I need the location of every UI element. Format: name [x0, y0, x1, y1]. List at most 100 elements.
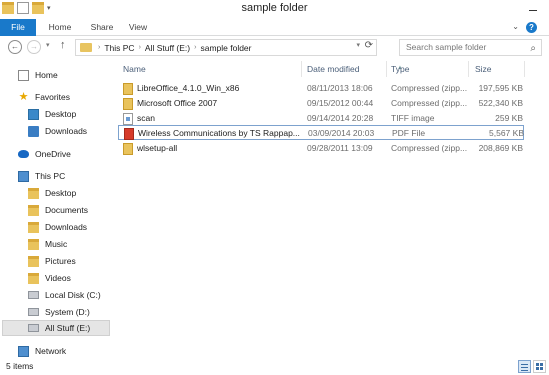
nav-item-favorites[interactable]: ★ Favorites	[18, 89, 70, 105]
tiff-icon	[123, 112, 133, 125]
expand-ribbon-icon[interactable]: ⌄	[512, 22, 519, 31]
file-size: 259 KB	[495, 113, 523, 123]
nav-item-label: Downloads	[45, 222, 88, 232]
nav-item-label: Desktop	[45, 109, 77, 119]
file-size: 197,595 KB	[478, 83, 523, 93]
tab-share[interactable]: Share	[84, 19, 120, 36]
nav-item-label: This PC	[35, 171, 66, 181]
nav-item-label: Network	[35, 346, 67, 356]
file-type: TIFF image	[391, 113, 435, 123]
address-box[interactable]: › This PC › All Stuff (E:) › sample fold…	[75, 39, 377, 56]
tab-file[interactable]: File	[0, 19, 36, 36]
documents-folder-icon	[28, 204, 39, 216]
desktop-icon	[28, 108, 39, 120]
address-dropdown-icon[interactable]: ▾	[356, 41, 360, 49]
refresh-icon[interactable]: ⟳	[365, 40, 373, 51]
drive-icon	[28, 308, 39, 316]
file-type: PDF File	[392, 128, 426, 138]
file-type: Compressed (zipp...	[391, 143, 468, 153]
file-name-cell: scan	[123, 111, 301, 126]
file-date: 09/14/2014 20:28	[307, 113, 374, 123]
file-name: Microsoft Office 2007	[137, 98, 218, 108]
nav-item-downloads-favorite[interactable]: Downloads	[28, 123, 87, 139]
nav-item-local-disk[interactable]: Local Disk (C:)	[28, 287, 101, 303]
back-button[interactable]: ←	[8, 40, 22, 54]
search-icon[interactable]: ⌕	[530, 41, 536, 56]
search-input[interactable]: Search sample folder ⌕	[399, 39, 542, 56]
title-bar: ▾ sample folder	[0, 0, 549, 19]
nav-item-home[interactable]: Home	[18, 67, 58, 83]
nav-item-music[interactable]: Music	[28, 236, 67, 252]
nav-item-downloads[interactable]: Downloads	[28, 219, 87, 235]
column-divider[interactable]	[301, 61, 302, 77]
item-count: 5 items	[6, 361, 34, 371]
column-header-date[interactable]: Date modified ▲	[307, 62, 403, 78]
breadcrumb-sample-folder[interactable]: sample folder	[200, 43, 251, 53]
network-icon	[18, 345, 29, 357]
file-list: Name Date modified ▲ Type Size LibreOffi…	[118, 59, 549, 358]
file-name: Wireless Communications by TS Rappap...	[138, 128, 300, 138]
nav-item-all-stuff[interactable]: All Stuff (E:)	[2, 320, 110, 336]
cloud-icon	[18, 150, 29, 158]
column-divider[interactable]	[386, 61, 387, 77]
nav-item-desktop-favorite[interactable]: Desktop	[28, 106, 76, 122]
forward-button[interactable]: →	[27, 40, 41, 54]
nav-item-label: Documents	[45, 205, 88, 215]
nav-item-network[interactable]: Network	[18, 343, 66, 359]
breadcrumb-this-pc[interactable]: This PC	[104, 43, 134, 53]
file-row[interactable]: wlsetup-all 09/28/2011 13:09 Compressed …	[118, 141, 524, 156]
nav-item-this-pc[interactable]: This PC	[18, 168, 65, 184]
details-view-icon[interactable]	[518, 360, 531, 373]
file-size: 522,340 KB	[478, 98, 523, 108]
nav-item-label: Music	[45, 239, 68, 249]
drive-icon	[28, 324, 39, 332]
nav-item-pictures[interactable]: Pictures	[28, 253, 76, 269]
file-name-cell: wlsetup-all	[123, 141, 301, 156]
nav-item-label: All Stuff (E:)	[45, 323, 91, 333]
column-header-label: Date modified	[307, 64, 360, 74]
zip-icon	[123, 142, 133, 155]
file-name-cell: LibreOffice_4.1.0_Win_x86	[123, 81, 301, 96]
help-icon[interactable]: ?	[526, 22, 537, 33]
file-name-cell: Wireless Communications by TS Rappap...	[124, 126, 302, 141]
tab-home[interactable]: Home	[36, 19, 84, 36]
home-icon	[18, 69, 29, 81]
column-divider[interactable]	[468, 61, 469, 77]
breadcrumb-separator[interactable]: ›	[98, 44, 100, 51]
file-date: 08/11/2013 18:06	[307, 83, 373, 93]
nav-item-label: Home	[35, 70, 58, 80]
column-header-type[interactable]: Type	[391, 62, 409, 78]
column-header-name[interactable]: Name	[123, 62, 146, 78]
nav-item-label: OneDrive	[35, 149, 71, 159]
large-icons-view-icon[interactable]	[533, 360, 546, 373]
file-row[interactable]: Microsoft Office 2007 09/15/2012 00:44 C…	[118, 96, 524, 111]
column-header-size[interactable]: Size	[475, 62, 492, 78]
file-name: scan	[137, 113, 155, 123]
file-date: 09/15/2012 00:44	[307, 98, 374, 108]
breadcrumb-separator[interactable]: ›	[139, 44, 141, 51]
breadcrumb-all-stuff[interactable]: All Stuff (E:)	[145, 43, 190, 53]
nav-item-desktop[interactable]: Desktop	[28, 185, 76, 201]
nav-item-videos[interactable]: Videos	[28, 270, 71, 286]
nav-item-documents[interactable]: Documents	[28, 202, 88, 218]
minimize-button[interactable]	[525, 1, 541, 15]
ribbon-tabs: File Home Share View ⌄ ?	[0, 19, 549, 36]
recent-locations-icon[interactable]: ▾	[46, 41, 50, 49]
file-row-selected[interactable]: Wireless Communications by TS Rappap... …	[118, 125, 524, 140]
column-divider[interactable]	[524, 61, 525, 77]
pdf-icon	[124, 127, 134, 140]
up-button[interactable]: ↑	[60, 39, 66, 51]
nav-item-onedrive[interactable]: OneDrive	[18, 146, 71, 162]
breadcrumb-separator[interactable]: ›	[194, 44, 196, 51]
file-row[interactable]: LibreOffice_4.1.0_Win_x86 08/11/2013 18:…	[118, 81, 524, 96]
nav-item-system[interactable]: System (D:)	[28, 304, 90, 320]
search-placeholder: Search sample folder	[406, 42, 487, 52]
nav-item-label: Favorites	[35, 92, 70, 102]
file-date: 03/09/2014 20:03	[308, 128, 375, 138]
nav-item-label: Desktop	[45, 188, 77, 198]
file-date: 09/28/2011 13:09	[307, 143, 373, 153]
tab-view[interactable]: View	[120, 19, 156, 36]
downloads-icon	[28, 125, 39, 137]
file-row[interactable]: scan 09/14/2014 20:28 TIFF image 259 KB	[118, 111, 524, 126]
drive-icon	[28, 291, 39, 299]
